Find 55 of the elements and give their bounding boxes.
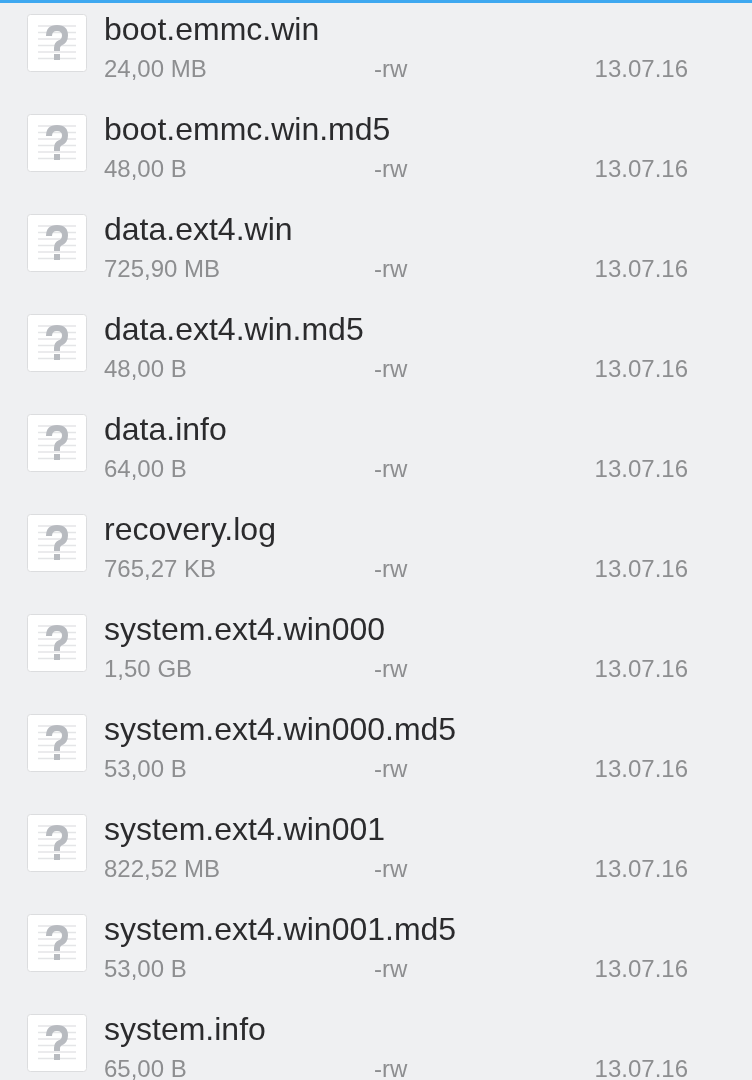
file-size: 48,00 B	[104, 358, 187, 380]
file-question-icon	[27, 214, 87, 272]
file-name: data.info	[104, 412, 227, 446]
file-date: 13.07.16	[594, 358, 688, 380]
file-name: data.ext4.win.md5	[104, 312, 364, 346]
file-date: 13.07.16	[594, 558, 688, 580]
file-date: 13.07.16	[594, 658, 688, 680]
file-permissions: -rw	[374, 558, 408, 580]
file-permissions: -rw	[374, 858, 408, 880]
file-name: system.ext4.win000.md5	[104, 712, 457, 746]
file-size: 725,90 MB	[104, 258, 221, 280]
file-question-icon	[27, 514, 87, 572]
file-size: 765,27 KB	[104, 558, 217, 580]
file-permissions: -rw	[374, 658, 408, 680]
file-date: 13.07.16	[594, 458, 688, 480]
file-name: system.ext4.win001.md5	[104, 912, 457, 946]
file-permissions: -rw	[374, 1058, 408, 1080]
file-question-icon	[27, 714, 87, 772]
file-permissions: -rw	[374, 758, 408, 780]
file-permissions: -rw	[374, 258, 408, 280]
file-size: 24,00 MB	[104, 58, 207, 80]
file-permissions: -rw	[374, 958, 408, 980]
file-name: data.ext4.win	[104, 212, 293, 246]
file-name: system.ext4.win001	[104, 812, 385, 846]
file-size: 822,52 MB	[104, 858, 221, 880]
file-permissions: -rw	[374, 458, 408, 480]
file-size: 53,00 B	[104, 758, 187, 780]
file-name: boot.emmc.win.md5	[104, 112, 391, 146]
file-date: 13.07.16	[594, 258, 688, 280]
file-question-icon	[27, 414, 87, 472]
file-date: 13.07.16	[594, 1058, 688, 1080]
file-question-icon	[27, 14, 87, 72]
file-size: 65,00 B	[104, 1058, 187, 1080]
file-question-icon	[27, 814, 87, 872]
file-permissions: -rw	[374, 58, 408, 80]
file-permissions: -rw	[374, 158, 408, 180]
file-date: 13.07.16	[594, 858, 688, 880]
file-name: recovery.log	[104, 512, 276, 546]
file-permissions: -rw	[374, 358, 408, 380]
file-question-icon	[27, 1014, 87, 1072]
file-date: 13.07.16	[594, 958, 688, 980]
file-question-icon	[27, 314, 87, 372]
file-question-icon	[27, 614, 87, 672]
file-question-icon	[27, 114, 87, 172]
file-size: 53,00 B	[104, 958, 187, 980]
file-size: 64,00 B	[104, 458, 187, 480]
file-size: 1,50 GB	[104, 658, 193, 680]
file-size: 48,00 B	[104, 158, 187, 180]
file-date: 13.07.16	[594, 58, 688, 80]
file-date: 13.07.16	[594, 758, 688, 780]
file-name: boot.emmc.win	[104, 12, 320, 46]
file-name: system.ext4.win000	[104, 612, 385, 646]
file-question-icon	[27, 914, 87, 972]
file-name: system.info	[104, 1012, 266, 1046]
file-date: 13.07.16	[594, 158, 688, 180]
